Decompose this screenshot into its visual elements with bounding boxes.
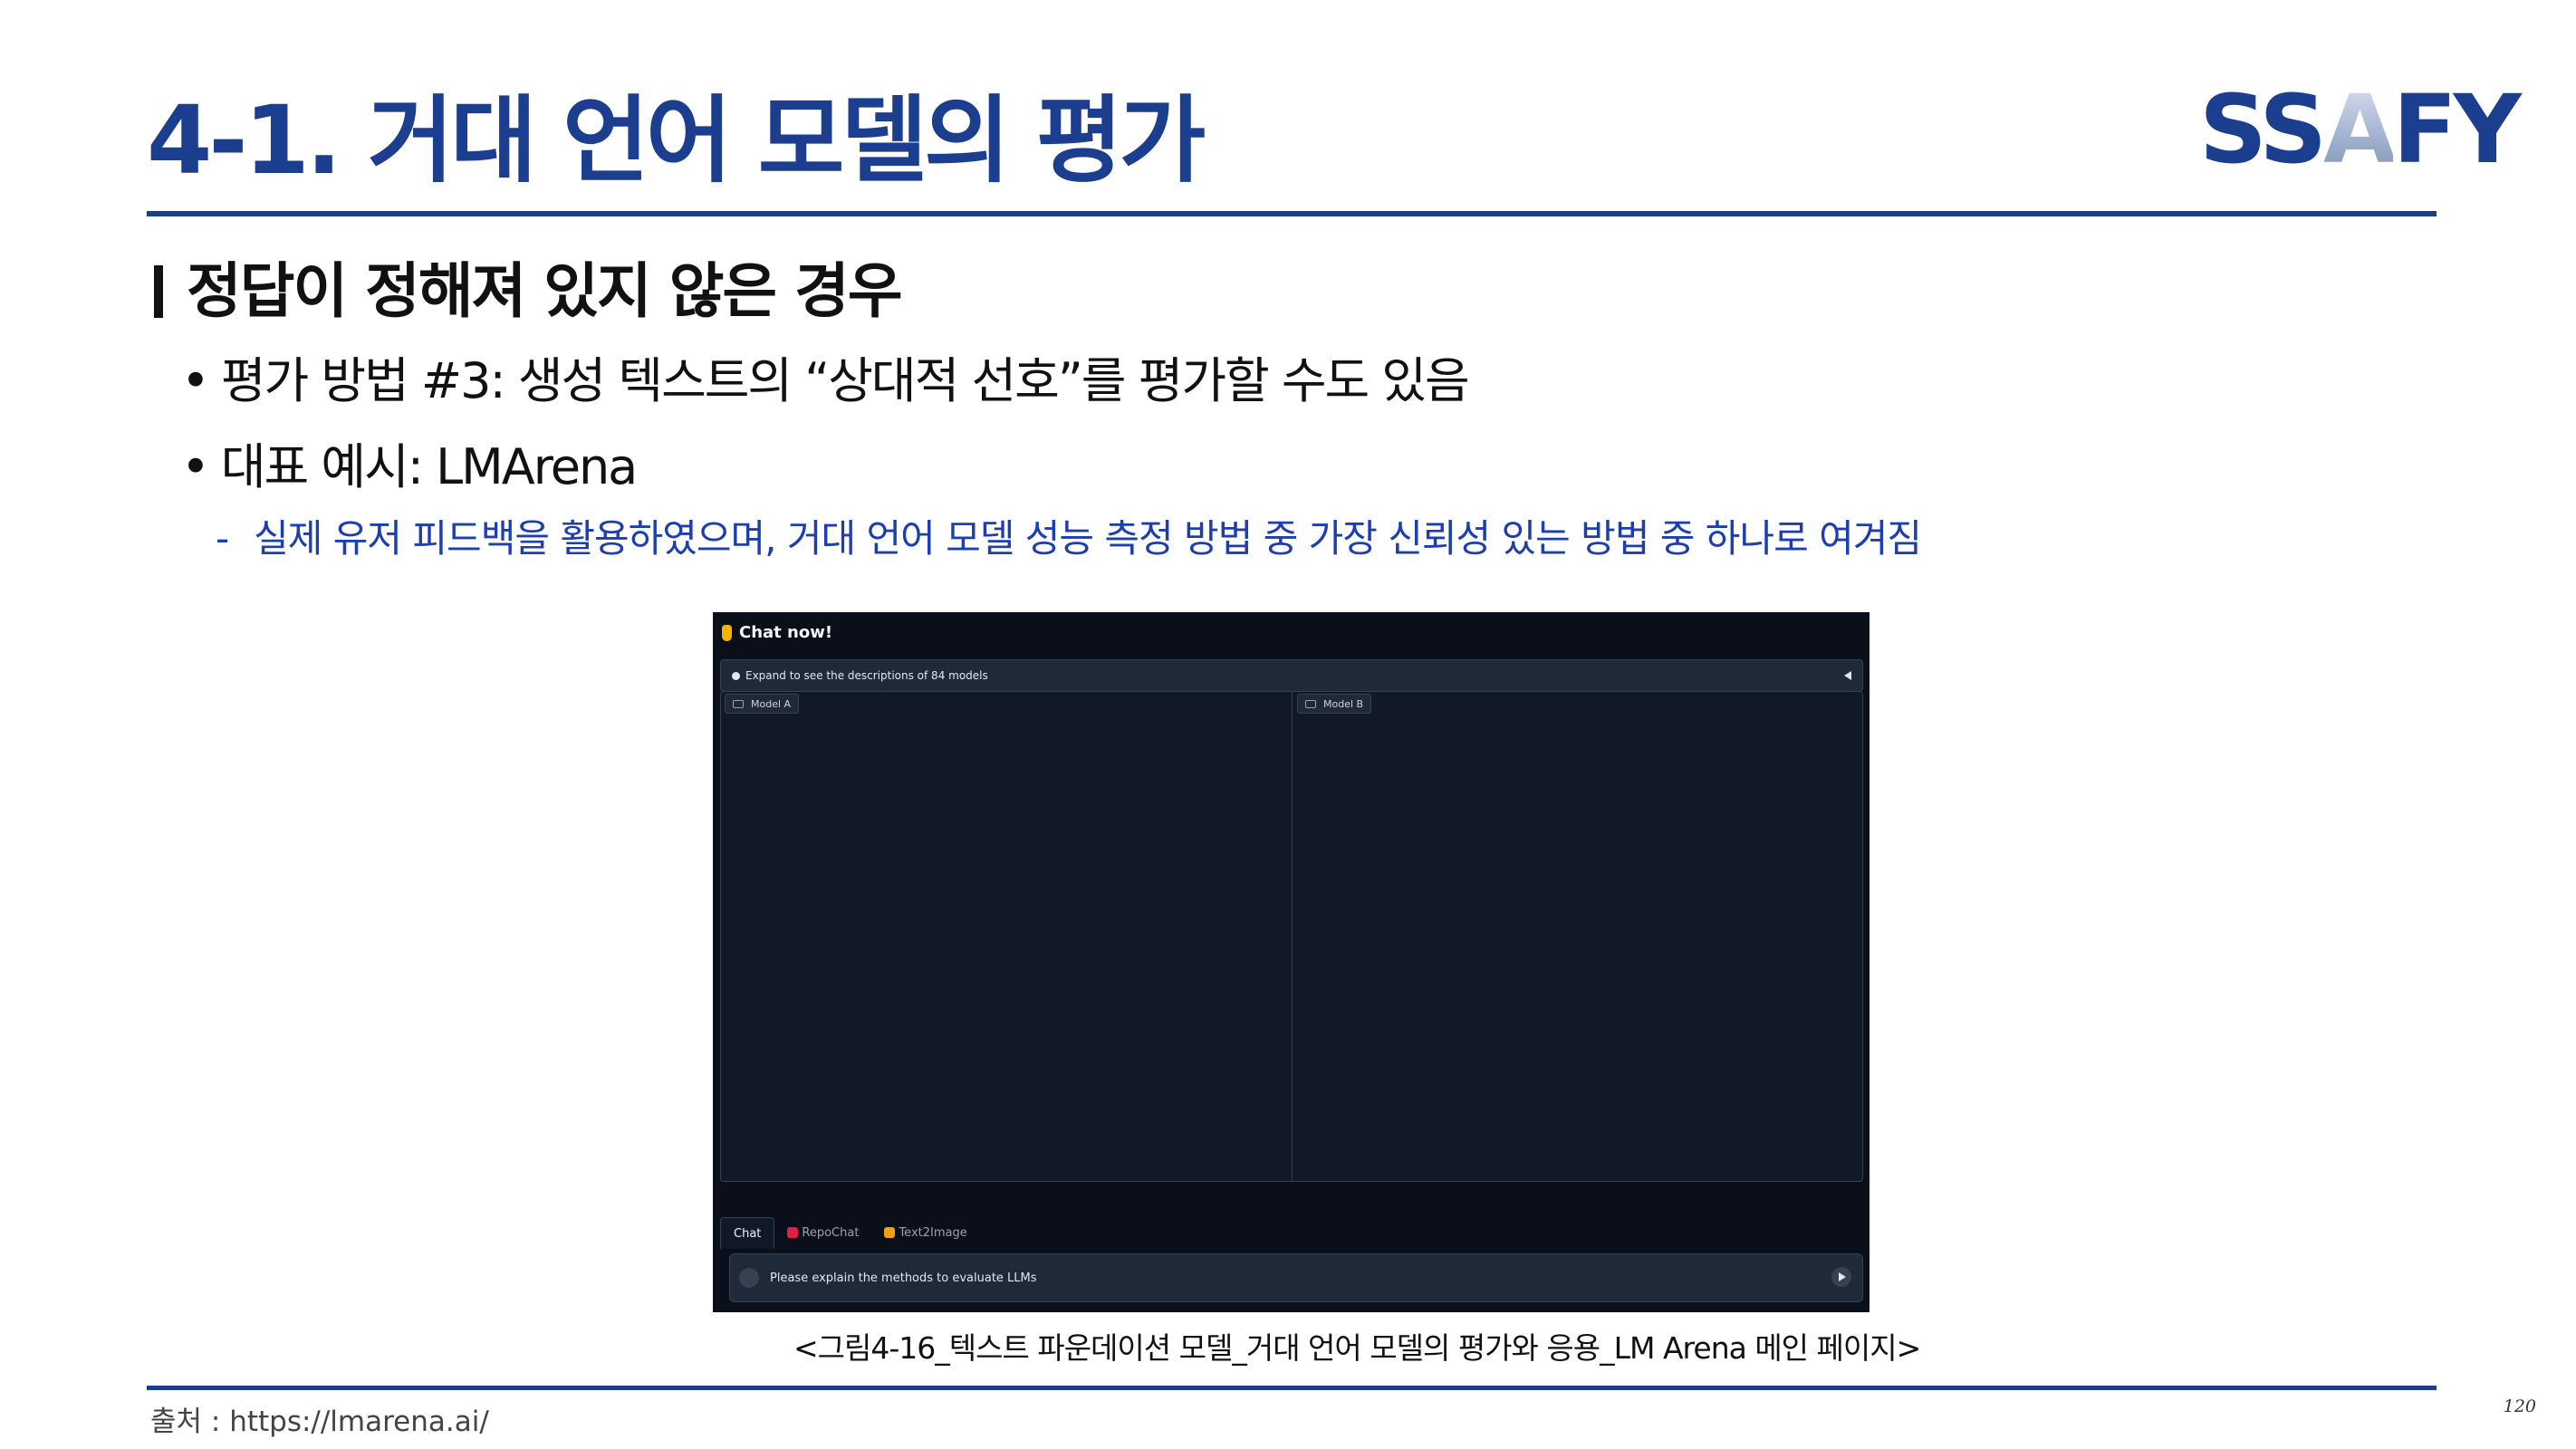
tab-repochat[interactable]: RepoChat [774,1217,871,1248]
tab-repochat-label: RepoChat [802,1225,860,1240]
accordion-label: Expand to see the descriptions of 84 mod… [745,669,988,682]
figure-caption: <그림4-16_텍스트 파운데이션 모델_거대 언어 모델의 평가와 응용_LM… [793,1330,1921,1366]
palette-icon [884,1227,896,1238]
model-b-label-text: Model B [1323,697,1364,710]
model-b-label: Model B [1297,694,1372,714]
tab-text2image[interactable]: Text2Image [871,1217,979,1248]
collapse-triangle-icon[interactable] [1844,671,1851,680]
sub-bullet-dash: - [216,516,229,561]
section-heading: 정답이 정해져 있지 않은 경우 [154,255,903,327]
chatbot-icon [1305,699,1316,708]
bullet-text-2: 대표 예시: LMArena [220,438,638,495]
sub-bullet-text: 실제 유저 피드백을 활용하였으며, 거대 언어 모델 성능 측정 방법 중 가… [254,516,1922,561]
page-number: 120 [2503,1396,2536,1416]
bullet-item-2: • 대표 예시: LMArena [181,438,638,497]
send-icon[interactable] [1831,1267,1851,1287]
model-a-label: Model A [725,694,800,714]
source-citation: 출처 : https://lmarena.ai/ [150,1406,489,1438]
bullet-dot: • [181,438,210,495]
lmarena-screenshot: Chat now! Expand to see the descriptions… [713,612,1870,1312]
logo-text-2: A [2323,74,2396,185]
attach-icon[interactable] [739,1268,759,1288]
tab-text2image-label: Text2Image [899,1225,967,1240]
chat-compare-area: Model A Model B [720,691,1863,1182]
lightbulb-icon [732,671,740,680]
bullet-item-1: • 평가 방법 #3: 생성 텍스트의 “상대적 선호”를 평가할 수도 있음 [181,352,1470,411]
chat-input[interactable]: Please explain the methods to evaluate L… [729,1253,1863,1302]
model-a-label-text: Model A [751,697,792,710]
chat-input-text: Please explain the methods to evaluate L… [770,1271,1037,1285]
slide-title: 4-1. 거대 언어 모델의 평가 [147,85,1206,196]
footer-divider [147,1386,2437,1390]
tab-chat[interactable]: Chat [720,1217,775,1249]
pane-divider [1292,692,1293,1181]
section-heading-text: 정답이 정해져 있지 않은 경우 [187,256,903,326]
chat-now-text: Chat now! [739,623,833,642]
ssafy-logo: SSAFY [2199,78,2522,181]
bullet-text-1: 평가 방법 #3: 생성 텍스트의 “상대적 선호”를 평가할 수도 있음 [220,352,1470,409]
mode-tabs: Chat RepoChat Text2Image [720,1217,980,1249]
title-divider [147,211,2437,216]
bullet-dot: • [181,352,210,409]
chatbot-icon [733,699,744,708]
hand-pointing-down-icon [722,624,732,641]
model-descriptions-accordion[interactable]: Expand to see the descriptions of 84 mod… [720,659,1863,692]
tab-chat-label: Chat [734,1226,762,1241]
section-marker-bar [154,264,163,318]
logo-text-1: SS [2199,74,2327,185]
sub-bullet: - 실제 유저 피드백을 활용하였으며, 거대 언어 모델 성능 측정 방법 중 … [216,516,1922,561]
logo-text-3: FY [2392,74,2522,185]
chat-now-header: Chat now! [722,623,832,642]
siren-icon [787,1227,799,1238]
